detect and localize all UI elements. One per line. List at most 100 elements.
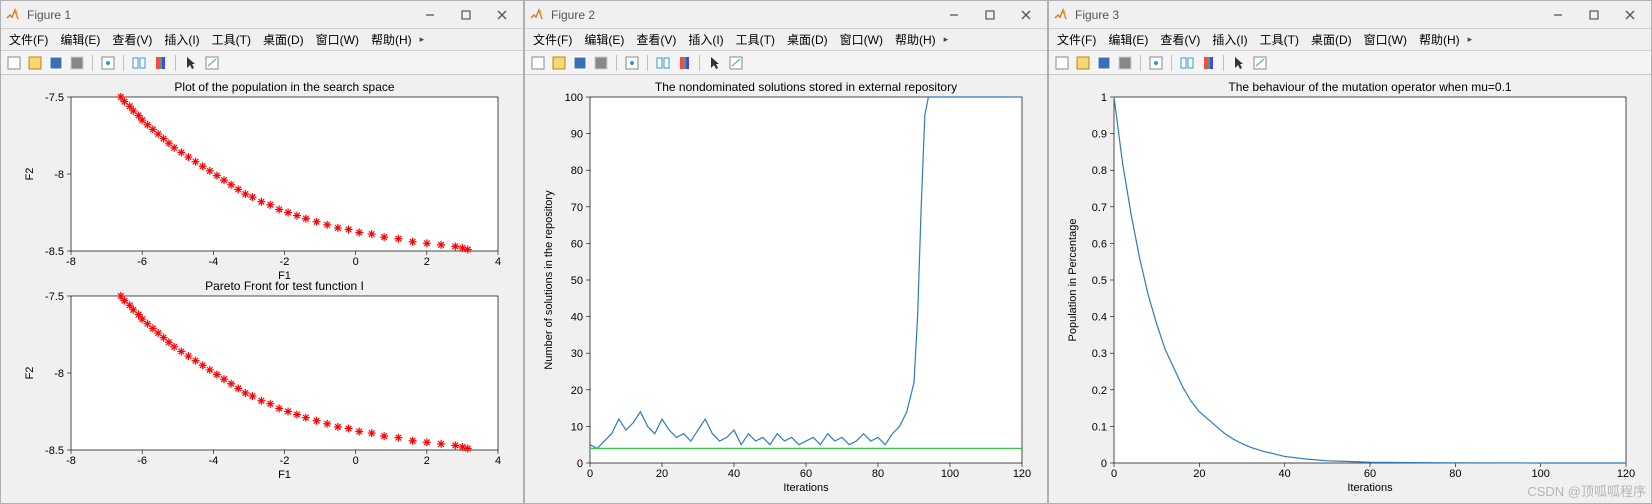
menu-item-1[interactable]: 编辑(E) — [1102, 29, 1154, 50]
minimize-button[interactable] — [413, 4, 447, 26]
svg-text:0.7: 0.7 — [1092, 202, 1107, 214]
colorbar-icon[interactable] — [675, 54, 693, 72]
pointer-icon[interactable] — [182, 54, 200, 72]
new-file-icon[interactable] — [5, 54, 23, 72]
link-icon[interactable] — [130, 54, 148, 72]
pointer-icon[interactable] — [1230, 54, 1248, 72]
svg-text:40: 40 — [1279, 468, 1291, 480]
open-file-icon[interactable] — [1074, 54, 1092, 72]
menu-item-6[interactable]: 窗口(W) — [834, 29, 889, 50]
menu-item-5[interactable]: 桌面(D) — [781, 29, 834, 50]
print-icon[interactable] — [68, 54, 86, 72]
data-cursor-icon[interactable] — [1147, 54, 1165, 72]
svg-text:0: 0 — [1111, 468, 1117, 480]
svg-text:F2: F2 — [24, 367, 36, 380]
menu-item-2[interactable]: 查看(V) — [106, 29, 158, 50]
edit-plot-icon[interactable] — [727, 54, 745, 72]
maximize-button[interactable] — [1577, 4, 1611, 26]
toolbar — [1049, 51, 1651, 75]
pointer-icon[interactable] — [706, 54, 724, 72]
menu-item-6[interactable]: 窗口(W) — [310, 29, 365, 50]
svg-text:80: 80 — [1449, 468, 1461, 480]
svg-text:-2: -2 — [280, 455, 290, 467]
figure-window-1: Figure 1文件(F)编辑(E)查看(V)插入(I)工具(T)桌面(D)窗口… — [0, 0, 524, 504]
menu-overflow-icon[interactable]: ▸ — [1466, 34, 1473, 45]
minimize-button[interactable] — [1541, 4, 1575, 26]
link-icon[interactable] — [1178, 54, 1196, 72]
svg-text:100: 100 — [941, 468, 959, 480]
menu-item-0[interactable]: 文件(F) — [527, 29, 578, 50]
close-button[interactable] — [485, 4, 519, 26]
svg-text:-8.5: -8.5 — [45, 246, 64, 258]
svg-text:1: 1 — [1101, 92, 1107, 104]
menu-item-5[interactable]: 桌面(D) — [1305, 29, 1358, 50]
plot-area[interactable]: -8-6-4-2024-8.5-8-7.5F1F2Plot of the pop… — [1, 75, 523, 503]
menu-item-3[interactable]: 插入(I) — [682, 29, 729, 50]
svg-text:0: 0 — [1101, 458, 1107, 470]
menu-overflow-icon[interactable]: ▸ — [418, 34, 425, 45]
matlab-icon — [529, 7, 545, 23]
maximize-button[interactable] — [973, 4, 1007, 26]
maximize-button[interactable] — [449, 4, 483, 26]
menu-item-7[interactable]: 帮助(H) — [889, 29, 942, 50]
menu-item-2[interactable]: 查看(V) — [1154, 29, 1206, 50]
svg-text:-8.5: -8.5 — [45, 445, 64, 457]
save-icon[interactable] — [1095, 54, 1113, 72]
menu-item-0[interactable]: 文件(F) — [1051, 29, 1102, 50]
plot-area[interactable]: 0204060801001200102030405060708090100Ite… — [525, 75, 1047, 503]
svg-text:-8: -8 — [54, 368, 64, 380]
data-cursor-icon[interactable] — [623, 54, 641, 72]
data-cursor-icon[interactable] — [99, 54, 117, 72]
minimize-button[interactable] — [937, 4, 971, 26]
menu-item-4[interactable]: 工具(T) — [730, 29, 781, 50]
save-icon[interactable] — [47, 54, 65, 72]
svg-text:10: 10 — [571, 421, 583, 433]
menubar: 文件(F)编辑(E)查看(V)插入(I)工具(T)桌面(D)窗口(W)帮助(H)… — [1, 29, 523, 51]
figure-window-2: Figure 2 文件(F)编辑(E)查看(V)插入(I)工具(T)桌面(D)窗口… — [524, 0, 1048, 504]
svg-text:0: 0 — [577, 458, 583, 470]
menu-item-3[interactable]: 插入(I) — [158, 29, 205, 50]
menu-item-7[interactable]: 帮助(H) — [365, 29, 418, 50]
plot-area[interactable]: 02040608010012000.10.20.30.40.50.60.70.8… — [1049, 75, 1651, 503]
menu-item-4[interactable]: 工具(T) — [206, 29, 257, 50]
svg-text:2: 2 — [424, 455, 430, 467]
close-button[interactable] — [1613, 4, 1647, 26]
svg-text:Number of solutions in the rep: Number of solutions in the repository — [543, 190, 555, 370]
matlab-icon — [5, 7, 21, 23]
menu-item-7[interactable]: 帮助(H) — [1413, 29, 1466, 50]
menu-item-5[interactable]: 桌面(D) — [257, 29, 310, 50]
print-icon[interactable] — [1116, 54, 1134, 72]
svg-text:20: 20 — [571, 385, 583, 397]
open-file-icon[interactable] — [550, 54, 568, 72]
titlebar[interactable]: Figure 3 — [1049, 1, 1651, 29]
svg-text:-8: -8 — [66, 256, 76, 268]
edit-plot-icon[interactable] — [1251, 54, 1269, 72]
menu-item-1[interactable]: 编辑(E) — [578, 29, 630, 50]
svg-text:4: 4 — [495, 455, 501, 467]
titlebar[interactable]: Figure 2 — [525, 1, 1047, 29]
svg-text:40: 40 — [728, 468, 740, 480]
new-file-icon[interactable] — [1053, 54, 1071, 72]
window-title: Figure 2 — [551, 8, 937, 22]
open-file-icon[interactable] — [26, 54, 44, 72]
svg-text:70: 70 — [571, 202, 583, 214]
menu-item-2[interactable]: 查看(V) — [630, 29, 682, 50]
menu-item-3[interactable]: 插入(I) — [1206, 29, 1253, 50]
svg-text:60: 60 — [1364, 468, 1376, 480]
link-icon[interactable] — [654, 54, 672, 72]
menu-item-1[interactable]: 编辑(E) — [54, 29, 106, 50]
print-icon[interactable] — [592, 54, 610, 72]
svg-text:F2: F2 — [24, 168, 36, 181]
titlebar[interactable]: Figure 1 — [1, 1, 523, 29]
colorbar-icon[interactable] — [151, 54, 169, 72]
menu-item-0[interactable]: 文件(F) — [3, 29, 54, 50]
new-file-icon[interactable] — [529, 54, 547, 72]
edit-plot-icon[interactable] — [203, 54, 221, 72]
close-button[interactable] — [1009, 4, 1043, 26]
menu-overflow-icon[interactable]: ▸ — [942, 34, 949, 45]
menu-item-4[interactable]: 工具(T) — [1254, 29, 1305, 50]
svg-text:0.3: 0.3 — [1092, 348, 1107, 360]
colorbar-icon[interactable] — [1199, 54, 1217, 72]
menu-item-6[interactable]: 窗口(W) — [1358, 29, 1413, 50]
save-icon[interactable] — [571, 54, 589, 72]
